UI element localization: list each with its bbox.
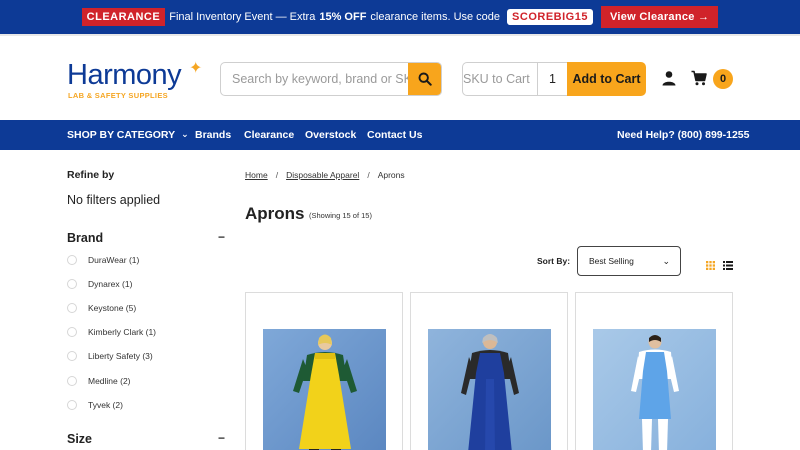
radio-icon[interactable] <box>67 303 77 313</box>
brand-option-label: Dynarex (1) <box>88 279 133 289</box>
brand-option-label: Medline (2) <box>88 376 131 386</box>
harmony-logo[interactable]: Harmony ✦ LAB & SAFETY SUPPLIES <box>67 60 207 104</box>
nav-help-phone[interactable]: Need Help? (800) 899-1255 <box>617 129 749 141</box>
user-icon[interactable] <box>661 70 677 86</box>
view-clearance-button[interactable]: View Clearance → <box>600 6 719 28</box>
cart-count-badge[interactable]: 0 <box>713 69 733 89</box>
blue-apron-product-image[interactable] <box>428 329 551 450</box>
main-nav: SHOP BY CATEGORY ⌄ Brands Clearance Overs… <box>0 120 800 150</box>
brand-option-label: Tyvek (2) <box>88 400 123 410</box>
search-icon <box>418 72 432 86</box>
size-facet-collapse-icon[interactable]: − <box>218 431 225 445</box>
no-filters-text: No filters applied <box>67 193 161 207</box>
nav-brands[interactable]: Brands <box>195 129 231 141</box>
breadcrumb-current: Aprons <box>377 170 405 180</box>
qty-field-wrapper <box>537 62 568 96</box>
brand-option[interactable]: Liberty Safety (3) <box>67 349 153 363</box>
brand-facet-title[interactable]: Brand <box>67 231 103 245</box>
promo-code: SCOREBIG15 <box>507 9 593 25</box>
light-blue-apron-product-image[interactable] <box>593 329 716 450</box>
brand-option[interactable]: Tyvek (2) <box>67 398 123 412</box>
search-button[interactable] <box>408 63 441 95</box>
radio-icon[interactable] <box>67 279 77 289</box>
radio-icon[interactable] <box>67 255 77 265</box>
search-input[interactable] <box>221 63 409 95</box>
radio-icon[interactable] <box>67 327 77 337</box>
logo-wordmark: Harmony <box>67 59 182 91</box>
brand-facet-collapse-icon[interactable]: − <box>218 230 225 244</box>
product-card[interactable] <box>245 292 403 450</box>
brand-option[interactable]: Keystone (5) <box>67 301 136 315</box>
product-card[interactable] <box>575 292 733 450</box>
breadcrumb-separator: / <box>275 170 279 180</box>
promo-text-after: clearance items. Use code <box>370 11 501 23</box>
brand-option[interactable]: Medline (2) <box>67 374 131 388</box>
site-header: Harmony ✦ LAB & SAFETY SUPPLIES Add to C… <box>0 34 800 120</box>
quantity-input[interactable] <box>538 63 567 95</box>
radio-icon[interactable] <box>67 351 77 361</box>
brand-option-label: Keystone (5) <box>88 303 137 313</box>
promo-bar: CLEARANCE Final Inventory Event — Extra … <box>0 0 800 34</box>
star-icon: ✦ <box>189 60 203 77</box>
sku-input[interactable] <box>463 63 538 95</box>
brand-option[interactable]: Kimberly Clark (1) <box>67 325 156 339</box>
brand-option-label: Liberty Safety (3) <box>88 351 153 361</box>
brand-option-label: Kimberly Clark (1) <box>88 327 157 337</box>
page-title: Aprons <box>245 204 305 223</box>
sku-field-wrapper <box>462 62 538 96</box>
breadcrumb-separator: / <box>367 170 370 180</box>
breadcrumb: Home / Disposable Apparel / Aprons <box>245 170 405 180</box>
radio-icon[interactable] <box>67 376 77 386</box>
breadcrumb-home[interactable]: Home <box>245 170 268 180</box>
chevron-down-icon: ⌄ <box>181 129 189 139</box>
brand-option[interactable]: Dynarex (1) <box>67 277 132 291</box>
chevron-down-icon: ⌄ <box>662 256 670 266</box>
promo-text-before: Final Inventory Event — Extra <box>169 11 316 23</box>
nav-contact-us[interactable]: Contact Us <box>367 129 422 141</box>
breadcrumb-disposable-apparel[interactable]: Disposable Apparel <box>286 170 359 180</box>
product-card[interactable] <box>410 292 568 450</box>
cart-icon[interactable] <box>691 70 707 86</box>
yellow-apron-product-image[interactable] <box>263 329 386 450</box>
add-to-cart-button[interactable]: Add to Cart <box>567 62 646 96</box>
logo-tagline: LAB & SAFETY SUPPLIES <box>68 91 168 100</box>
sort-by-label: Sort By: <box>537 256 571 266</box>
radio-icon[interactable] <box>67 400 77 410</box>
sort-select-value: Best Selling <box>589 256 634 266</box>
size-facet-title[interactable]: Size <box>67 432 92 446</box>
refine-by-heading: Refine by <box>67 169 115 181</box>
nav-shop-by-category[interactable]: SHOP BY CATEGORY ⌄ <box>67 129 189 141</box>
nav-shop-by-category-label: SHOP BY CATEGORY <box>67 129 176 141</box>
promo-discount: 15% OFF <box>319 11 367 23</box>
grid-icon[interactable] <box>706 261 715 270</box>
nav-overstock[interactable]: Overstock <box>305 129 356 141</box>
brand-option-label: DuraWear (1) <box>88 255 140 265</box>
nav-clearance[interactable]: Clearance <box>244 129 294 141</box>
brand-option[interactable]: DuraWear (1) <box>67 253 139 267</box>
list-icon[interactable] <box>723 261 733 270</box>
result-count: (Showing 15 of 15) <box>309 211 372 220</box>
search-box <box>220 62 442 96</box>
sort-select[interactable]: Best Selling ⌄ <box>577 246 681 276</box>
clearance-badge: CLEARANCE <box>81 8 166 26</box>
